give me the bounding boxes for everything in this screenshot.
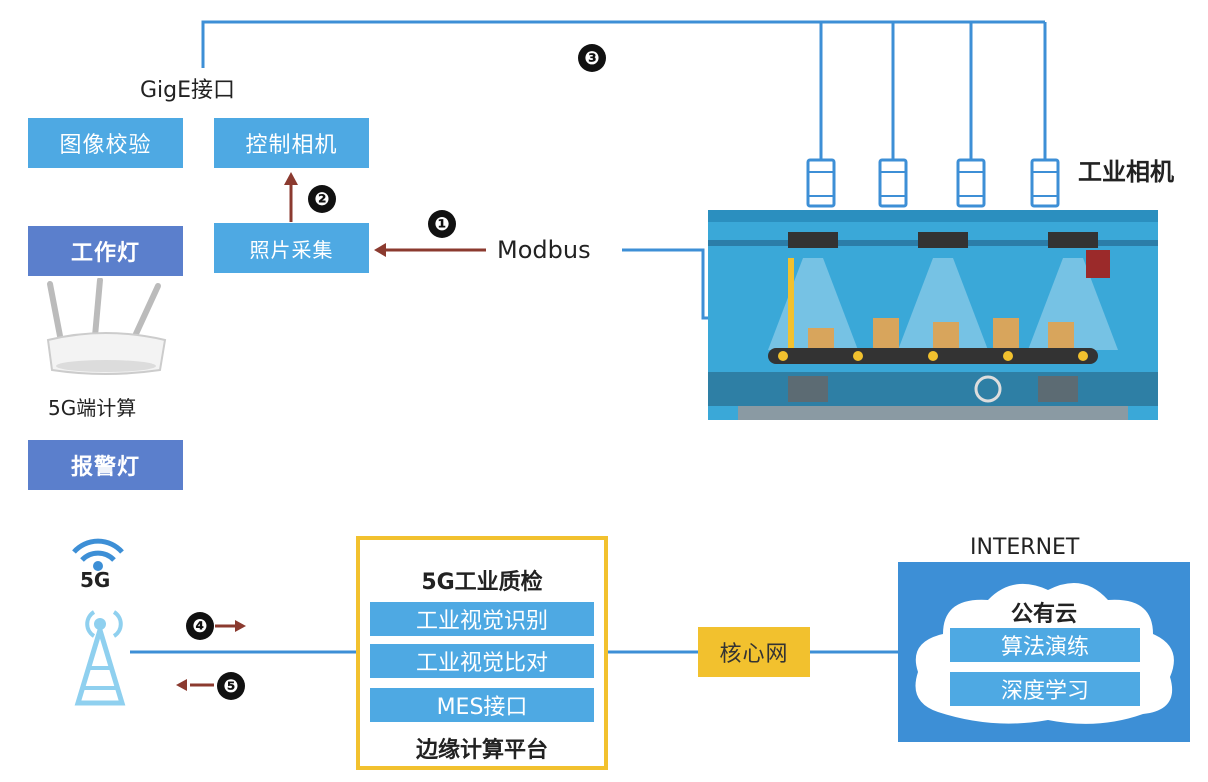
edge-platform-panel: 5G工业质检 工业视觉识别 工业视觉比对 MES接口 边缘计算平台 xyxy=(356,536,608,770)
industrial-camera-label: 工业相机 xyxy=(1078,158,1174,186)
camera-icon-1 xyxy=(806,158,836,208)
step-marker-3: ❸ xyxy=(578,44,606,72)
work-light-box[interactable]: 工作灯 xyxy=(28,226,183,276)
cell-tower-icon xyxy=(74,610,126,706)
photo-capture-box[interactable]: 照片采集 xyxy=(214,223,369,273)
algorithm-training-box[interactable]: 算法演练 xyxy=(950,628,1140,662)
visual-comparison-box[interactable]: 工业视觉比对 xyxy=(370,644,594,678)
mes-interface-box[interactable]: MES接口 xyxy=(370,688,594,722)
5g-label: 5G xyxy=(80,568,111,592)
step-marker-4: ❹ xyxy=(186,612,214,640)
edge-platform-footer: 边缘计算平台 xyxy=(415,738,548,763)
camera-icon-2 xyxy=(878,158,908,208)
edge-platform-title: 5G工业质检 xyxy=(421,570,543,595)
modbus-label: Modbus xyxy=(497,236,591,264)
visual-recognition-box[interactable]: 工业视觉识别 xyxy=(370,602,594,636)
camera-icons xyxy=(806,158,1060,208)
gige-bus-line xyxy=(201,20,1045,68)
factory-line-illustration xyxy=(708,210,1158,420)
public-cloud-title: 公有云 xyxy=(1010,602,1077,627)
step-marker-5: ❺ xyxy=(217,672,245,700)
alarm-light-box[interactable]: 报警灯 xyxy=(28,440,183,490)
arrow-head-4 xyxy=(235,620,246,632)
internet-label: INTERNET xyxy=(970,535,1080,560)
image-check-box[interactable]: 图像校验 xyxy=(28,118,183,168)
edge-5g-compute-label: 5G端计算 xyxy=(48,396,137,420)
camera-icon-4 xyxy=(1030,158,1060,208)
step-marker-1: ❶ xyxy=(428,210,456,238)
router-icon xyxy=(46,278,167,375)
camera-icon-3 xyxy=(956,158,986,208)
core-network-box[interactable]: 核心网 xyxy=(698,627,810,677)
step-marker-2: ❷ xyxy=(308,185,336,213)
arrow-head-1 xyxy=(374,243,386,257)
control-camera-box[interactable]: 控制相机 xyxy=(214,118,369,168)
deep-learning-box[interactable]: 深度学习 xyxy=(950,672,1140,706)
arrow-head-2 xyxy=(284,172,298,185)
arrow-head-5 xyxy=(176,679,187,691)
gige-interface-label: GigE接口 xyxy=(140,78,236,103)
5g-signal-icon xyxy=(72,538,124,571)
